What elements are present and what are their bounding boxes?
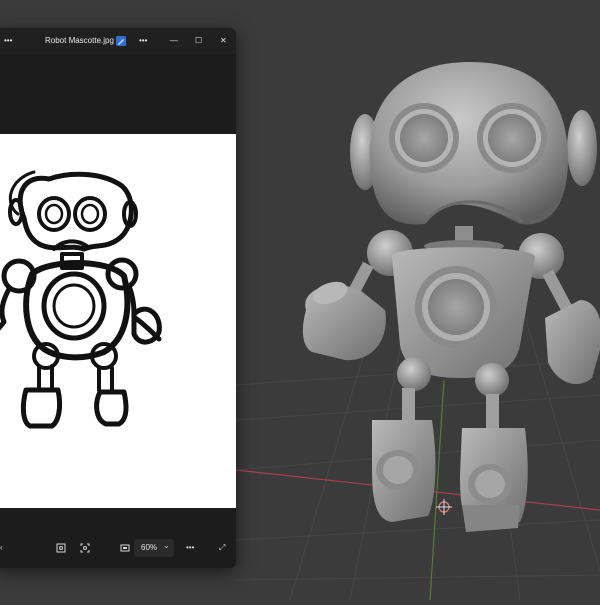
robot-right-eye [477, 103, 547, 173]
more-options-icon[interactable]: ••• [139, 28, 147, 54]
bottom-toolbar: ‹ 60% ⌄ ••• ⤢ [0, 508, 236, 568]
image-canvas[interactable] [0, 134, 236, 508]
expand-icon[interactable]: ⤢ [219, 538, 225, 558]
close-icon[interactable]: ✕ [220, 28, 227, 54]
zoom-dropdown[interactable]: 60% ⌄ [134, 539, 174, 557]
robot-sketch-image [0, 170, 162, 429]
more-icon[interactable]: ••• [4, 28, 12, 54]
robot-left-eye [389, 103, 459, 173]
minimize-icon[interactable]: — [170, 28, 178, 54]
robot-chest-disc [415, 266, 497, 348]
chevron-down-icon: ⌄ [163, 541, 170, 550]
edit-icon[interactable] [116, 28, 128, 54]
crop-icon[interactable] [80, 538, 90, 558]
toolbar-area [0, 54, 236, 134]
robot-left-hip [397, 357, 431, 391]
window-title: Robot Mascotte.jpg [45, 36, 114, 45]
zoom-level: 60% [141, 543, 158, 552]
maximize-icon[interactable]: ☐ [195, 28, 202, 54]
more-icon-bottom[interactable]: ••• [186, 538, 194, 558]
robot-right-ear [567, 110, 597, 186]
title-bar[interactable]: ••• Robot Mascotte.jpg ••• — ☐ ✕ [0, 28, 236, 54]
origin-marker [436, 499, 452, 515]
robot-right-hip [475, 363, 509, 397]
fullscreen-icon[interactable] [120, 538, 130, 558]
photo-viewer-window[interactable]: ••• Robot Mascotte.jpg ••• — ☐ ✕ ‹ 60% ⌄… [0, 28, 236, 568]
robot-right-forearm [545, 300, 600, 385]
nav-arrow-icon[interactable]: ‹ [0, 538, 3, 558]
fit-icon[interactable] [56, 538, 66, 558]
